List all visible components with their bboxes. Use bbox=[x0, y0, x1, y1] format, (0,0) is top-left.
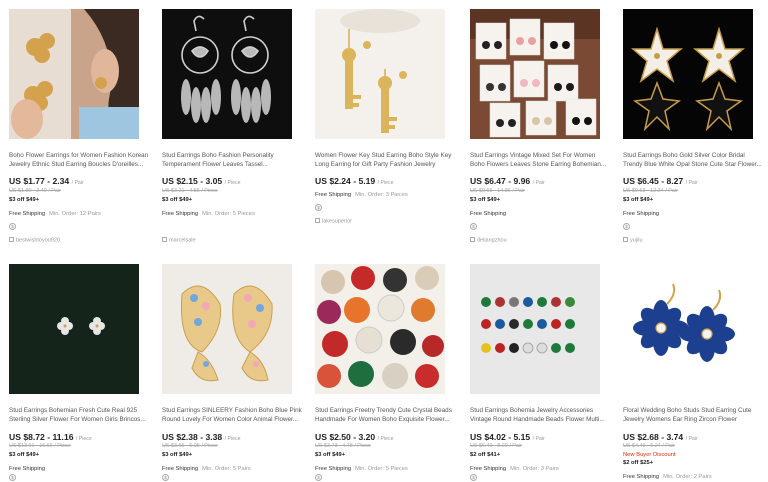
product-card[interactable]: Stud Earrings Bohemia Jewelry Accessorie… bbox=[470, 264, 612, 482]
product-image[interactable] bbox=[162, 264, 292, 394]
shipping-info: Free Shipping Min. Order: 5 Pieces bbox=[162, 211, 255, 217]
product-title[interactable]: Women Flower Key Stud Earring Boho Style… bbox=[315, 151, 455, 169]
new-buyer-discount: New Buyer Discount bbox=[623, 452, 676, 458]
coin-icon: $ bbox=[315, 474, 322, 481]
product-card[interactable]: Stud Earrings Freetry Trendy Cute Crysta… bbox=[315, 264, 457, 482]
store-icon bbox=[315, 218, 320, 223]
coin-icon: $ bbox=[315, 204, 322, 211]
original-price: US $9.63 - 12.34 / Pair bbox=[623, 188, 678, 194]
product-card[interactable]: Stud Earrings SINLEERY Fashion Boho Blue… bbox=[162, 264, 304, 482]
original-price: US $1.80 - 2.40 / Pair bbox=[9, 188, 61, 194]
product-card[interactable]: Women Flower Key Stud Earring Boho Style… bbox=[315, 9, 457, 249]
product-price: US $2.24 - 5.19 / Piece bbox=[315, 176, 394, 186]
product-card[interactable]: Stud Earrings Boho Gold Silver Color Bri… bbox=[623, 9, 765, 249]
product-price: US $6.45 - 8.27 / Pair bbox=[623, 176, 698, 186]
product-card[interactable]: Stud Earrings Bohemian Fresh Cute Real 9… bbox=[9, 264, 151, 482]
shipping-info: Free Shipping Min. Order: 2 Pairs bbox=[623, 474, 712, 480]
promo-label: $3 off $49+ bbox=[9, 197, 40, 203]
product-title[interactable]: Stud Earrings SINLEERY Fashion Boho Blue… bbox=[162, 406, 302, 424]
promo-label: $3 off $49+ bbox=[470, 197, 501, 203]
product-card[interactable]: Floral Wedding Boho Studs Stud Earring C… bbox=[623, 264, 765, 482]
original-price: US $13.01 - 16.66 / Piece bbox=[9, 443, 71, 449]
product-title[interactable]: Stud Earrings Bohemian Fresh Cute Real 9… bbox=[9, 406, 149, 424]
product-image[interactable] bbox=[623, 264, 753, 394]
store-icon bbox=[162, 237, 167, 242]
product-image[interactable] bbox=[162, 9, 292, 139]
original-price: US $3.21 - 4.55 / Piece bbox=[162, 188, 218, 194]
product-card[interactable]: Stud Earrings Vintage Mixed Set For Wome… bbox=[470, 9, 612, 249]
promo-label: $3 off $49+ bbox=[162, 197, 193, 203]
product-price: US $4.02 - 5.15 / Pair bbox=[470, 432, 545, 442]
product-price: US $2.38 - 3.38 / Piece bbox=[162, 432, 241, 442]
promo-label: $3 off $49+ bbox=[162, 452, 193, 458]
product-image[interactable] bbox=[315, 264, 445, 394]
original-price: US $3.73 - 4.78 / Piece bbox=[315, 443, 371, 449]
promo-label: $2 off $25+ bbox=[623, 460, 654, 466]
product-image[interactable] bbox=[470, 9, 600, 139]
promo-label: $3 off $49+ bbox=[623, 197, 654, 203]
shipping-info: Free Shipping bbox=[9, 466, 46, 472]
product-image[interactable] bbox=[470, 264, 600, 394]
shipping-info: Free Shipping Min. Order: 12 Pairs bbox=[9, 211, 101, 217]
store-link[interactable]: bestwishtoyou920 bbox=[9, 237, 60, 244]
original-price: US $6.40 - 8.20 / Pair bbox=[470, 443, 522, 449]
product-grid: Boho Flower Earrings for Women Fashion K… bbox=[0, 0, 768, 482]
coin-icon: $ bbox=[9, 474, 16, 481]
product-card[interactable]: Stud Earrings Boho Fashion Personality T… bbox=[162, 9, 304, 249]
shipping-info: Free Shipping Min. Order: 5 Pieces bbox=[315, 466, 408, 472]
promo-label: $3 off $49+ bbox=[315, 452, 346, 458]
product-image[interactable] bbox=[623, 9, 753, 139]
product-price: US $2.50 - 3.20 / Piece bbox=[315, 432, 394, 442]
coin-icon: $ bbox=[470, 223, 477, 230]
product-image[interactable] bbox=[9, 264, 139, 394]
original-price: US $9.65 - 14.86 / Pair bbox=[470, 188, 525, 194]
original-price: US $4.40 - 6.24 / Pair bbox=[623, 443, 675, 449]
product-price: US $8.72 - 11.16 / Piece bbox=[9, 432, 92, 442]
store-icon bbox=[9, 237, 14, 242]
store-icon bbox=[623, 237, 628, 242]
coin-icon: $ bbox=[470, 474, 477, 481]
shipping-info: Free Shipping bbox=[470, 211, 507, 217]
product-title[interactable]: Stud Earrings Freetry Trendy Cute Crysta… bbox=[315, 406, 455, 424]
store-link[interactable]: lakesuperior bbox=[315, 218, 352, 225]
shipping-info: Free Shipping Min. Order: 3 Pieces bbox=[315, 192, 408, 198]
product-title[interactable]: Stud Earrings Boho Gold Silver Color Bri… bbox=[623, 151, 763, 169]
product-price: US $6.47 - 9.96 / Pair bbox=[470, 176, 545, 186]
store-link[interactable]: marcelsale bbox=[162, 237, 196, 244]
store-icon bbox=[470, 237, 475, 242]
product-price: US $1.77 - 2.34 / Pair bbox=[9, 176, 84, 186]
original-price: US $3.55 - 5.05 / Piece bbox=[162, 443, 218, 449]
product-image[interactable] bbox=[315, 9, 445, 139]
product-title[interactable]: Stud Earrings Boho Fashion Personality T… bbox=[162, 151, 302, 169]
product-price: US $2.68 - 3.74 / Pair bbox=[623, 432, 698, 442]
shipping-info: Free Shipping Min. Order: 3 Pairs bbox=[470, 466, 559, 472]
store-link[interactable]: deliangzhou bbox=[470, 237, 507, 244]
promo-label: $2 off $41+ bbox=[470, 452, 501, 458]
product-card[interactable]: Boho Flower Earrings for Women Fashion K… bbox=[9, 9, 151, 249]
coin-icon: $ bbox=[9, 223, 16, 230]
coin-icon: $ bbox=[162, 474, 169, 481]
store-link[interactable]: yujilu bbox=[623, 237, 643, 244]
shipping-info: Free Shipping Min. Order: 5 Pairs bbox=[162, 466, 251, 472]
product-title[interactable]: Boho Flower Earrings for Women Fashion K… bbox=[9, 151, 149, 169]
coin-icon: $ bbox=[623, 223, 630, 230]
product-price: US $2.15 - 3.05 / Piece bbox=[162, 176, 241, 186]
shipping-info: Free Shipping bbox=[623, 211, 660, 217]
product-image[interactable] bbox=[9, 9, 139, 139]
promo-label: $3 off $49+ bbox=[9, 452, 40, 458]
product-title[interactable]: Floral Wedding Boho Studs Stud Earring C… bbox=[623, 406, 763, 424]
product-title[interactable]: Stud Earrings Vintage Mixed Set For Wome… bbox=[470, 151, 610, 169]
product-title[interactable]: Stud Earrings Bohemia Jewelry Accessorie… bbox=[470, 406, 610, 424]
